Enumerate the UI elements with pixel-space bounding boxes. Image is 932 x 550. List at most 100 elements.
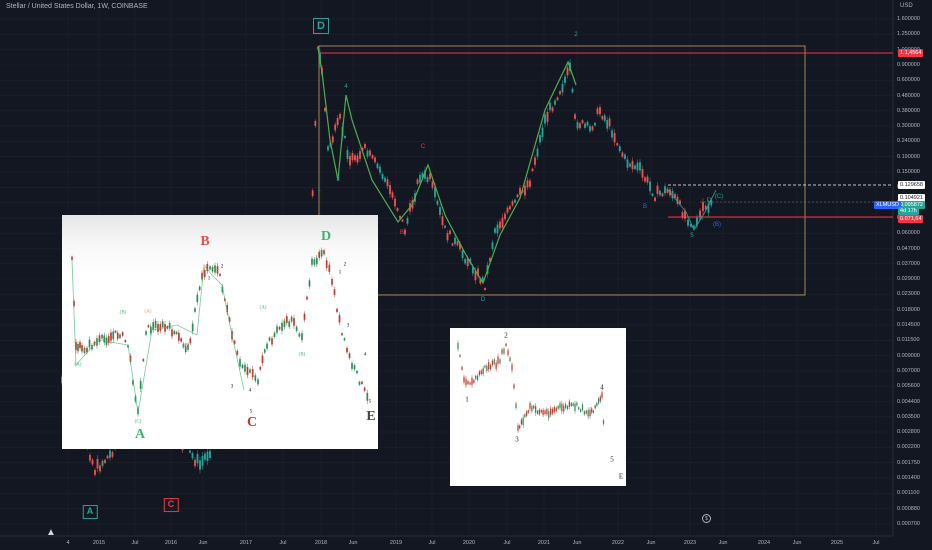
price-axis-label: 0.001750 [897, 459, 920, 466]
price-tag: 0.071,64 [898, 215, 924, 223]
time-axis-label: 2015 [92, 540, 106, 546]
event-marker-icon[interactable]: $ [702, 514, 711, 523]
time-axis-label: 2017 [239, 540, 253, 546]
price-axis-label: 0.480000 [897, 92, 920, 99]
price-axis-label: 0.002200 [897, 444, 920, 451]
time-axis-label: Jul [131, 540, 139, 546]
price-axis-label: 0.000880 [897, 505, 920, 512]
time-axis-label: Jun [348, 540, 358, 546]
inset-1-wave-label: (B) [119, 310, 127, 316]
price-axis-label: 0.009000 [897, 352, 920, 359]
price-axis-label: 0.000700 [897, 520, 920, 527]
inset-1-wave-label: 2 [220, 264, 224, 270]
price-axis-label: 0.150000 [897, 169, 920, 175]
time-axis-label: 4 [66, 540, 70, 546]
time-axis-label: 2018 [314, 540, 328, 546]
wave-label: 5 [690, 233, 694, 239]
wave-label: 4 [344, 84, 348, 90]
time-axis-label: Jun [572, 540, 582, 546]
time-axis-label: Jun [792, 540, 802, 546]
price-axis-label: 0.002800 [897, 429, 920, 436]
wave-label: B [642, 204, 648, 210]
time-axis-label: 2016 [164, 540, 178, 546]
inset-1-wave-label: 4 [363, 352, 367, 358]
price-tag: 0.129658 [898, 181, 925, 189]
price-axis-label: 0.014500 [897, 322, 920, 328]
inset-pattern-chart-2: 2 1 3 4 5E [450, 328, 626, 486]
inset-2-wave-label: E [618, 472, 624, 481]
price-axis[interactable]: USD 1.6000001.2500001.0000000.9000000.60… [893, 0, 932, 535]
inset-2-wave-label: 3 [515, 435, 519, 444]
time-axis-label: Jun [198, 540, 208, 546]
time-axis-label: 2023 [683, 540, 697, 546]
inset-1-wave-label: B [200, 234, 210, 249]
time-axis-label: 2024 [757, 540, 771, 546]
inset-1-wave-label: (B) [298, 352, 306, 358]
inset-2-drawing [457, 340, 605, 433]
price-axis-label: 0.047000 [897, 245, 920, 252]
wave-label: B [399, 230, 405, 236]
price-axis-label: 0.005600 [897, 383, 920, 390]
wave-label: 2 [574, 32, 578, 38]
price-axis-label: 0.018000 [897, 306, 920, 313]
price-tag: 1.1,4564 [898, 49, 924, 57]
price-axis-label: 1.600000 [897, 16, 920, 22]
inset-1-wave-label: 5 [249, 409, 253, 415]
price-axis-label: 0.060000 [897, 230, 920, 237]
wave-label: D [480, 297, 486, 303]
wave-label: (B) [713, 222, 721, 228]
inset-2-wave-label: 4 [600, 383, 604, 392]
price-axis-label: 0.900000 [897, 61, 920, 68]
wave-label: 1 [317, 187, 321, 193]
price-axis-label: 0.029000 [897, 276, 920, 283]
wave-label: A [698, 216, 704, 222]
inset-1-wave-label: 1 [338, 270, 342, 276]
price-axis-label: 0.023000 [897, 291, 920, 298]
price-axis-label: 0.004400 [897, 398, 920, 405]
inset-1-wave-label: 5 [368, 399, 372, 405]
price-axis-label: 0.600000 [897, 77, 920, 84]
time-axis-label: 2020 [462, 540, 476, 546]
price-axis-label: 0.300000 [897, 123, 920, 130]
price-axis-label: 1.250000 [897, 31, 920, 38]
inset-1-wave-label: 3 [346, 323, 350, 329]
inset-1-wave-label: E [366, 409, 376, 424]
price-axis-label: 0.007000 [897, 367, 920, 374]
inset-1-wave-label: (B) [182, 343, 190, 349]
time-axis-label: Jul [428, 540, 436, 546]
time-axis-label: Jul [872, 540, 880, 546]
inset-1-wave-label: (C) [134, 419, 142, 425]
inset-1-wave-label: C [246, 415, 258, 430]
time-axis[interactable]: 4 2015 Jul 2016 Jun 2017 Jul 2018 Jun 2019 Jul 2020… [0, 536, 893, 550]
wave-label: 3 [336, 177, 340, 183]
inset-1-wave-label: (A) [144, 309, 152, 315]
inset-1-wave-label: 2 [343, 262, 347, 268]
price-tag: XLMUSD [874, 201, 901, 209]
price-axis-label: 0.001100 [897, 490, 920, 497]
price-axis-label: 0.037000 [897, 260, 920, 267]
wave-label: C [420, 144, 426, 150]
time-axis-label: 2019 [389, 540, 403, 546]
tradingview-logo-icon[interactable]: ▲ [46, 527, 60, 538]
inset-2-wave-label: 2 [504, 331, 508, 340]
inset-1-wave-label: 3 [230, 384, 234, 390]
wave-label: D [706, 198, 712, 204]
inset-pattern-chart-1: B D (B) (A) (A) (B) (A) (B) (C) A C E 1 2 3 4 5 1 2 3 4 5 [62, 215, 378, 449]
inset-1-drawing [71, 247, 369, 417]
time-axis-label: Jul [503, 540, 511, 546]
wave-label: (C) [714, 194, 724, 200]
time-axis-label: 2025 [830, 540, 844, 546]
symbol-title: Stellar / United States Dollar, 1W, COIN… [6, 3, 148, 10]
price-axis-label: 0.190000 [897, 153, 920, 160]
time-axis-label: Jun [718, 540, 728, 546]
inset-1-wave-label: 4 [248, 388, 252, 394]
inset-1-wave-label: (A) [259, 305, 267, 311]
wave-label: A [82, 505, 98, 519]
price-axis-label: 0.240000 [897, 138, 920, 145]
inset-1-wave-label: A [134, 427, 146, 442]
wave-label: C [163, 498, 179, 512]
price-axis-label: 0.001400 [897, 475, 920, 481]
price-tag: 4d 17h [898, 207, 919, 215]
time-axis-label: 2021 [537, 540, 551, 546]
time-axis-label: Jul [279, 540, 287, 546]
